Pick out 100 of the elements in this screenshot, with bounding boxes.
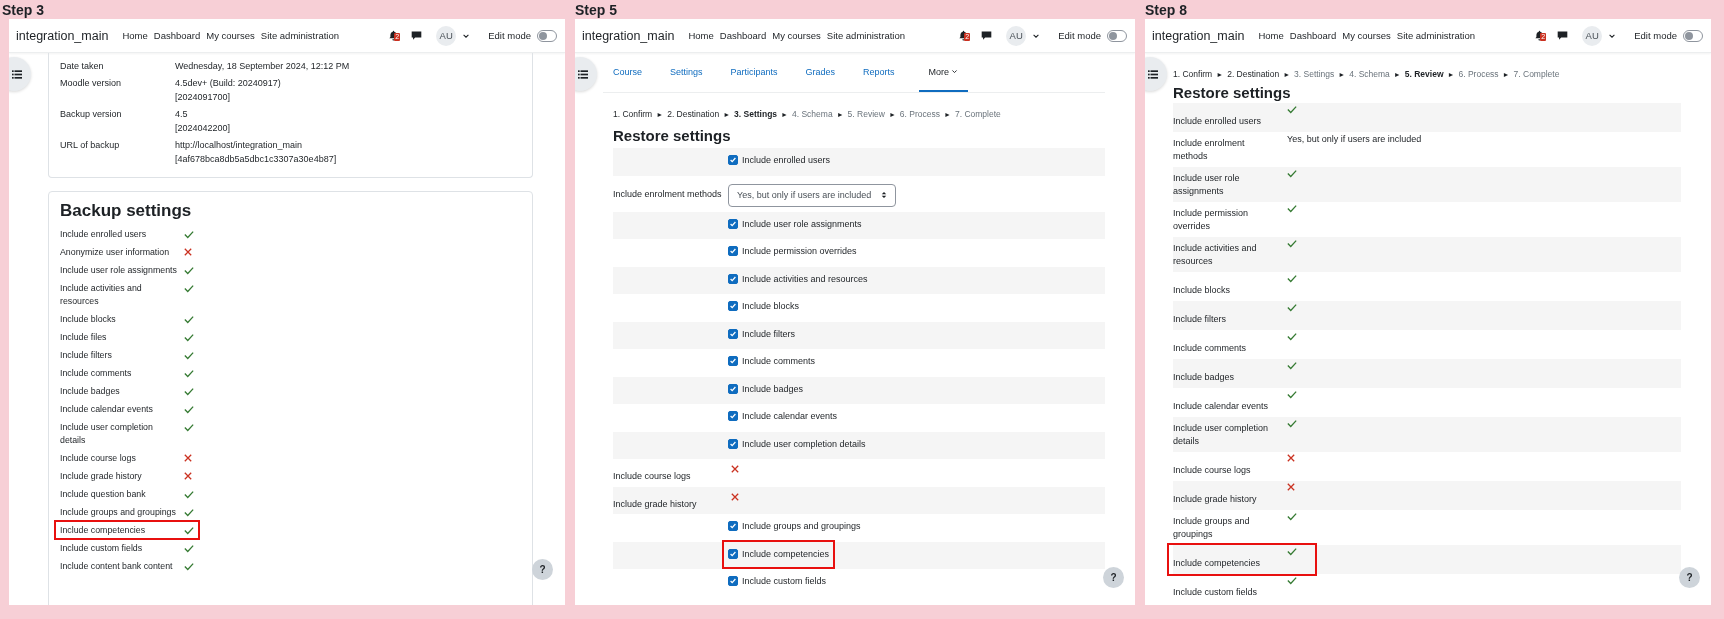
nav-tab[interactable]: Course: [609, 53, 646, 92]
checkbox[interactable]: [728, 356, 738, 366]
checkbox-label[interactable]: Include activities and resources: [742, 273, 868, 284]
nav-link[interactable]: Dashboard: [719, 30, 767, 41]
chat-icon[interactable]: [1557, 30, 1569, 41]
detail-value: http://localhost/integration_main: [175, 138, 304, 152]
checkbox[interactable]: [728, 411, 738, 421]
checkbox-label[interactable]: Include custom fields: [742, 576, 827, 586]
user-avatar[interactable]: AU: [1006, 25, 1027, 46]
setting-label: Include course logs: [613, 471, 691, 481]
nav-tab[interactable]: Grades: [801, 53, 840, 92]
detail-value: [2024042200]: [175, 121, 232, 135]
nav-tab[interactable]: More: [918, 53, 969, 92]
setting-label: Include user completion details: [1173, 423, 1269, 446]
setting-value: Yes, but only if users are included: [1287, 134, 1422, 144]
checkbox-label[interactable]: Include user completion details: [742, 438, 866, 449]
setting-label: Include files: [60, 330, 108, 344]
nav-link[interactable]: Dashboard: [1289, 30, 1337, 41]
progress-step: 4. Schema: [792, 109, 833, 119]
setting-label: Include badges: [1173, 372, 1235, 382]
section-heading: Backup settings: [60, 201, 193, 221]
setting-label: Include calendar events: [1173, 401, 1269, 411]
setting-label: Include activities and resources: [1173, 243, 1257, 266]
setting-label: Include filters: [60, 348, 113, 362]
setting-label: Include content bank content: [60, 559, 174, 573]
select-field[interactable]: Yes, but only if users are included: [728, 183, 896, 207]
checkbox[interactable]: [728, 576, 738, 586]
user-avatar[interactable]: AU: [436, 25, 457, 46]
setting-label: Include enrolment methods: [1173, 138, 1245, 161]
nav-link[interactable]: Dashboard: [153, 30, 201, 41]
setting-label: Include enrolled users: [1173, 116, 1262, 126]
setting-label: Include grade history: [60, 469, 143, 483]
nav-link[interactable]: Home: [1258, 30, 1284, 41]
checkbox-label[interactable]: Include blocks: [742, 301, 800, 311]
nav-link[interactable]: Site administration: [826, 30, 905, 41]
setting-label: Include competencies: [60, 523, 147, 537]
nav-tab[interactable]: Participants: [726, 53, 782, 92]
checkbox[interactable]: [728, 301, 738, 311]
nav-link[interactable]: My courses: [772, 30, 821, 41]
checkbox-label[interactable]: Include filters: [742, 328, 796, 339]
checkbox-label[interactable]: Include badges: [742, 383, 804, 394]
nav-link[interactable]: My courses: [1342, 30, 1391, 41]
checkbox-label[interactable]: Include enrolled users: [742, 155, 831, 165]
progress-step: 1. Confirm: [613, 109, 653, 119]
checkbox[interactable]: [728, 521, 738, 531]
site-name[interactable]: integration_main: [582, 28, 675, 43]
nav-link[interactable]: My courses: [206, 30, 255, 41]
checkbox[interactable]: [728, 273, 738, 284]
checkbox-label[interactable]: Include comments: [742, 356, 816, 366]
checkbox[interactable]: [728, 438, 738, 449]
sort-arrows-icon: [881, 191, 887, 199]
progress-step: 6. Process: [1458, 69, 1499, 79]
chat-icon[interactable]: [981, 30, 993, 41]
nav-link[interactable]: Home: [122, 30, 148, 41]
setting-label: Include course logs: [1173, 465, 1251, 475]
checkbox[interactable]: [728, 155, 738, 165]
site-name[interactable]: integration_main: [16, 28, 109, 43]
detail-label: URL of backup: [60, 138, 121, 152]
progress-step: 2. Destination: [1227, 69, 1280, 79]
checkbox[interactable]: [728, 548, 738, 559]
progress-step: 6. Process: [899, 109, 940, 119]
detail-value: 4.5dev+ (Build: 20240917): [175, 76, 282, 90]
checkbox[interactable]: [728, 383, 738, 394]
checkbox-label[interactable]: Include groups and groupings: [742, 521, 861, 531]
user-avatar[interactable]: AU: [1582, 25, 1603, 46]
setting-label: Include filters: [1173, 314, 1227, 324]
help-button[interactable]: ?: [532, 559, 553, 580]
chat-icon[interactable]: [411, 30, 423, 41]
edit-mode-label: Edit mode: [488, 30, 531, 41]
checkbox[interactable]: [728, 246, 738, 256]
checkbox-label[interactable]: Include competencies: [742, 548, 830, 559]
progress-step: 5. Review: [1404, 69, 1444, 79]
setting-label: Include blocks: [60, 312, 117, 326]
checkbox-label[interactable]: Include permission overrides: [742, 246, 857, 256]
detail-label: Backup version: [60, 107, 123, 121]
setting-label: Include user completion details: [60, 420, 154, 447]
step-label: Step 5: [575, 1, 618, 19]
setting-label: Include competencies: [1173, 558, 1261, 568]
chevron-down-icon: [951, 68, 959, 75]
site-name[interactable]: integration_main: [1152, 28, 1245, 43]
nav-link[interactable]: Home: [688, 30, 714, 41]
checkbox[interactable]: [728, 328, 738, 339]
setting-label: Include question bank: [60, 487, 147, 501]
checkbox-label[interactable]: Include user role assignments: [742, 218, 862, 229]
setting-label: Include grade history: [613, 498, 697, 509]
detail-label: Moodle version: [60, 76, 123, 90]
progress-step: 4. Schema: [1349, 69, 1390, 79]
checkbox-label[interactable]: Include calendar events: [742, 411, 838, 421]
nav-tab[interactable]: Reports: [859, 53, 899, 92]
edit-mode-label: Edit mode: [1058, 30, 1101, 41]
checkbox[interactable]: [728, 218, 738, 229]
setting-label: Include custom fields: [60, 541, 144, 555]
nav-link[interactable]: Site administration: [260, 30, 339, 41]
setting-label: Include comments: [1173, 343, 1247, 353]
nav-tab[interactable]: Settings: [666, 53, 707, 92]
list-icon: [1148, 69, 1158, 79]
detail-value: [2024091700]: [175, 90, 232, 104]
help-button[interactable]: ?: [1679, 567, 1700, 588]
nav-link[interactable]: Site administration: [1396, 30, 1475, 41]
help-button[interactable]: ?: [1103, 567, 1124, 588]
